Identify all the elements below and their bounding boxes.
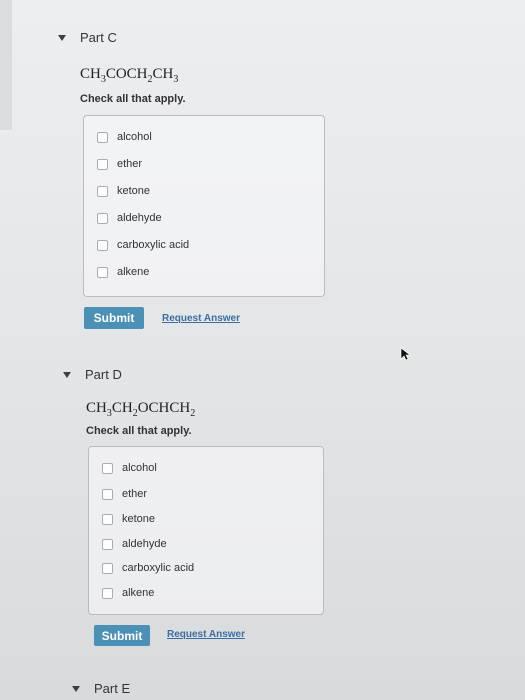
option-label: alkene — [117, 266, 150, 278]
checkbox[interactable] — [97, 158, 108, 170]
option-alcohol[interactable]: alcohol — [102, 462, 157, 474]
part-d-submit-button[interactable]: Submit — [94, 625, 150, 646]
part-e-header[interactable]: Part E — [72, 681, 130, 696]
part-e-title: Part E — [94, 681, 131, 696]
option-label: ether — [117, 158, 143, 170]
part-d-options-box: alcohol ether ketone aldehyde carboxylic… — [88, 446, 324, 615]
option-carboxylic-acid[interactable]: carboxylic acid — [102, 562, 194, 574]
option-aldehyde[interactable]: aldehyde — [102, 538, 167, 550]
left-scroll-track — [0, 0, 12, 130]
option-label: carboxylic acid — [117, 239, 190, 251]
option-alkene[interactable]: alkene — [102, 587, 154, 599]
checkbox[interactable] — [97, 185, 108, 197]
option-label: carboxylic acid — [122, 562, 195, 574]
option-ether[interactable]: ether — [102, 488, 147, 500]
part-d-request-answer-link[interactable]: Request Answer — [167, 629, 245, 640]
part-c-options-box: alcohol ether ketone aldehyde carboxylic… — [83, 115, 325, 297]
collapse-caret-icon[interactable] — [58, 34, 66, 41]
checkbox[interactable] — [97, 212, 108, 224]
checkbox[interactable] — [102, 562, 113, 574]
checkbox[interactable] — [102, 462, 113, 474]
formula-text: CH — [111, 400, 133, 416]
part-c-submit-button[interactable]: Submit — [84, 307, 144, 329]
option-carboxylic-acid[interactable]: carboxylic acid — [97, 239, 189, 251]
part-d-title: Part D — [85, 367, 122, 382]
formula-text: CH — [152, 66, 174, 82]
part-d-formula: CH3CH2OCHCH2 — [86, 400, 195, 419]
formula-text: CH — [86, 400, 107, 416]
checkbox[interactable] — [97, 131, 108, 143]
part-c-request-answer-link[interactable]: Request Answer — [162, 313, 240, 324]
option-label: alcohol — [122, 462, 157, 474]
option-alkene[interactable]: alkene — [97, 266, 149, 278]
option-ether[interactable]: ether — [97, 158, 142, 170]
checkbox[interactable] — [97, 266, 108, 278]
part-c-formula: CH3COCH2CH3 — [80, 66, 178, 85]
formula-subscript: 2 — [190, 408, 196, 419]
part-c-title: Part C — [80, 30, 117, 45]
expand-caret-icon[interactable] — [72, 685, 80, 692]
option-aldehyde[interactable]: aldehyde — [97, 212, 162, 224]
part-c-instruction: Check all that apply. — [80, 93, 186, 105]
option-label: ether — [122, 488, 148, 500]
checkbox[interactable] — [102, 513, 113, 525]
part-d-header[interactable]: Part D — [63, 367, 122, 382]
part-c-header[interactable]: Part C — [58, 30, 117, 45]
option-label: aldehyde — [122, 538, 167, 550]
formula-text: COCH — [105, 66, 148, 82]
option-label: ketone — [117, 185, 151, 197]
formula-text: OCHCH — [137, 400, 191, 416]
checkbox[interactable] — [97, 239, 108, 251]
formula-subscript: 3 — [173, 74, 179, 85]
option-label: ketone — [122, 513, 156, 525]
option-alcohol[interactable]: alcohol — [97, 131, 152, 143]
collapse-caret-icon[interactable] — [63, 371, 71, 378]
mouse-cursor-icon — [400, 347, 411, 361]
option-ketone[interactable]: ketone — [97, 185, 150, 197]
option-label: alkene — [122, 587, 155, 599]
option-label: aldehyde — [117, 212, 162, 224]
option-ketone[interactable]: ketone — [102, 513, 155, 525]
checkbox[interactable] — [102, 488, 113, 500]
checkbox[interactable] — [102, 538, 113, 550]
checkbox[interactable] — [102, 587, 113, 599]
formula-text: CH — [80, 66, 101, 82]
part-d-instruction: Check all that apply. — [86, 425, 192, 437]
option-label: alcohol — [117, 131, 152, 143]
